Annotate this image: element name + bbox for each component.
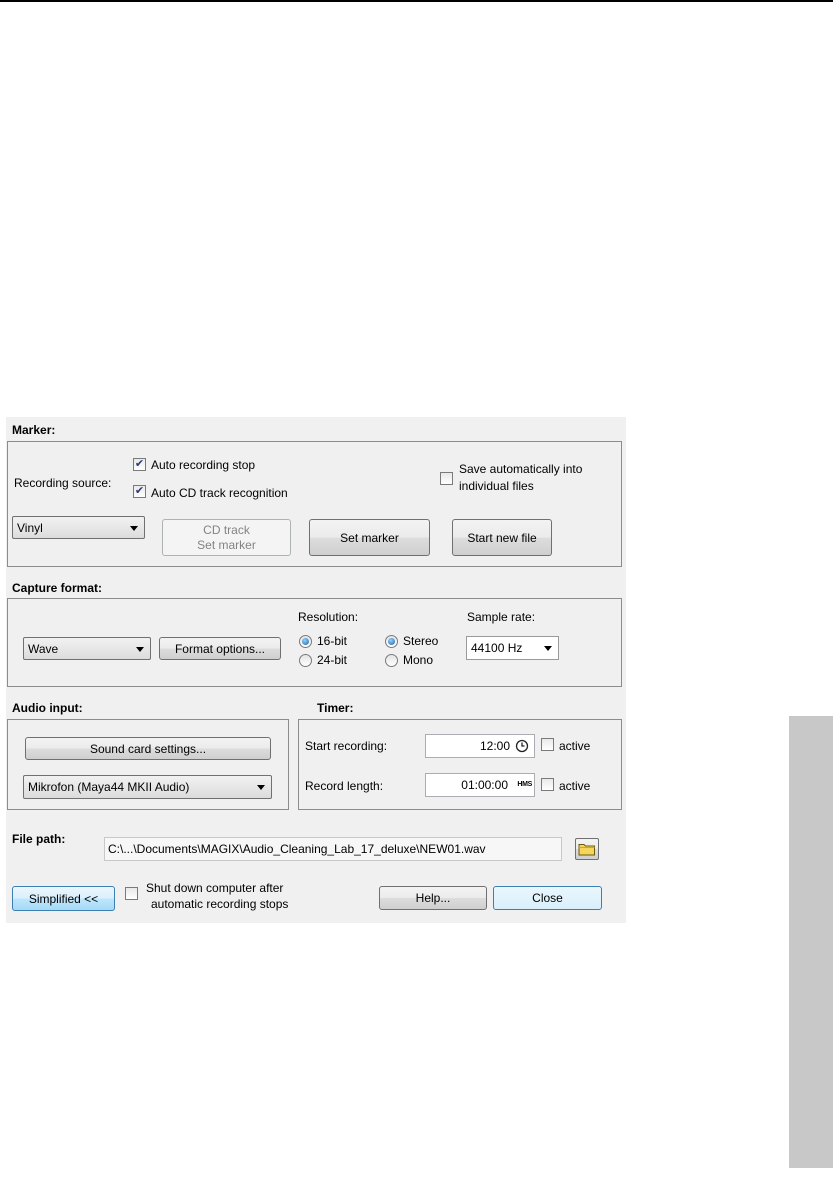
mono-label: Mono xyxy=(403,653,434,667)
hms-label[interactable]: HMS xyxy=(517,781,532,788)
sound-card-settings-button[interactable]: Sound card settings... xyxy=(25,737,271,760)
capture-format-value: Wave xyxy=(28,641,59,656)
capture-format-title: Capture format: xyxy=(12,581,103,595)
start-recording-value: 12:00 xyxy=(479,739,510,753)
mono-radio[interactable] xyxy=(385,654,398,667)
auto-cd-track-checkbox[interactable]: ✔ xyxy=(133,485,146,498)
chevron-down-icon xyxy=(136,646,144,652)
marker-title: Marker: xyxy=(12,423,56,437)
save-individual-files-checkbox[interactable] xyxy=(440,472,453,485)
start-recording-field[interactable]: 12:00 xyxy=(425,734,535,758)
length-active-checkbox[interactable] xyxy=(541,778,554,791)
browse-folder-button[interactable] xyxy=(575,838,599,860)
cd-track-set-marker-button[interactable]: CD track Set marker xyxy=(162,519,291,556)
shutdown-label-1: Shut down computer after xyxy=(146,881,284,895)
stereo-label: Stereo xyxy=(403,634,439,648)
set-marker-button[interactable]: Set marker xyxy=(309,519,430,556)
chevron-down-icon xyxy=(257,785,265,790)
24-bit-label: 24-bit xyxy=(317,653,348,667)
capture-format-select[interactable]: Wave xyxy=(23,637,151,660)
help-button[interactable]: Help... xyxy=(379,886,487,910)
16-bit-radio[interactable] xyxy=(299,635,312,648)
close-button[interactable]: Close xyxy=(493,886,602,910)
audio-device-value: Mikrofon (Maya44 MKII Audio) xyxy=(28,780,190,794)
save-individual-label-1: Save automatically into xyxy=(459,462,583,476)
folder-icon xyxy=(578,844,595,856)
start-new-file-button[interactable]: Start new file xyxy=(452,519,552,556)
audio-device-select[interactable]: Mikrofon (Maya44 MKII Audio) xyxy=(23,775,272,799)
timer-title: Timer: xyxy=(317,701,354,715)
capture-format-group: Wave Format options... Resolution: 16-bi… xyxy=(7,598,622,687)
start-active-checkbox[interactable] xyxy=(541,738,554,751)
start-recording-label: Start recording: xyxy=(305,739,388,753)
recording-source-select[interactable]: Vinyl xyxy=(12,516,145,539)
sample-rate-label: Sample rate: xyxy=(467,610,536,624)
file-path-title: File path: xyxy=(12,832,66,846)
cd-track-label-2: Set marker xyxy=(197,537,256,552)
16-bit-label: 16-bit xyxy=(317,634,348,648)
recording-source-value: Vinyl xyxy=(17,520,43,535)
recording-dialog: Marker: Recording source: ✔ Auto recordi… xyxy=(6,417,626,923)
auto-recording-stop-label: Auto recording stop xyxy=(151,458,256,472)
cd-track-label-1: CD track xyxy=(203,522,250,537)
file-path-field[interactable]: C:\...\Documents\MAGIX\Audio_Cleaning_La… xyxy=(104,837,562,861)
auto-recording-stop-checkbox[interactable]: ✔ xyxy=(133,458,146,471)
24-bit-radio[interactable] xyxy=(299,654,312,667)
stereo-radio[interactable] xyxy=(385,635,398,648)
record-length-label: Record length: xyxy=(305,779,384,793)
chevron-down-icon xyxy=(544,646,552,651)
sample-rate-value: 44100 Hz xyxy=(471,641,523,655)
length-active-label: active xyxy=(559,779,591,793)
file-path-value: C:\...\Documents\MAGIX\Audio_Cleaning_La… xyxy=(108,842,486,856)
simplified-button[interactable]: Simplified << xyxy=(12,886,115,911)
chevron-down-icon xyxy=(130,525,138,531)
format-options-button[interactable]: Format options... xyxy=(159,637,281,660)
side-tab xyxy=(789,716,833,1168)
marker-group: Recording source: ✔ Auto recording stop … xyxy=(7,441,622,567)
recording-source-label: Recording source: xyxy=(14,476,112,490)
audio-input-title: Audio input: xyxy=(12,701,83,715)
shutdown-label-2: automatic recording stops xyxy=(151,897,289,911)
page-top-rule xyxy=(0,0,833,2)
start-active-label: active xyxy=(559,739,591,753)
resolution-label: Resolution: xyxy=(298,610,359,624)
sample-rate-select[interactable]: 44100 Hz xyxy=(466,636,559,660)
record-length-field[interactable]: 01:00:00 HMS xyxy=(425,773,535,797)
clock-icon[interactable] xyxy=(515,739,529,756)
audio-input-group: Sound card settings... Mikrofon (Maya44 … xyxy=(7,719,289,810)
record-length-value: 01:00:00 xyxy=(461,778,508,792)
shutdown-checkbox[interactable] xyxy=(125,887,138,900)
save-individual-label-2: individual files xyxy=(459,479,534,493)
auto-cd-track-label: Auto CD track recognition xyxy=(151,486,288,500)
timer-group: Start recording: 12:00 active Record len… xyxy=(298,719,622,810)
